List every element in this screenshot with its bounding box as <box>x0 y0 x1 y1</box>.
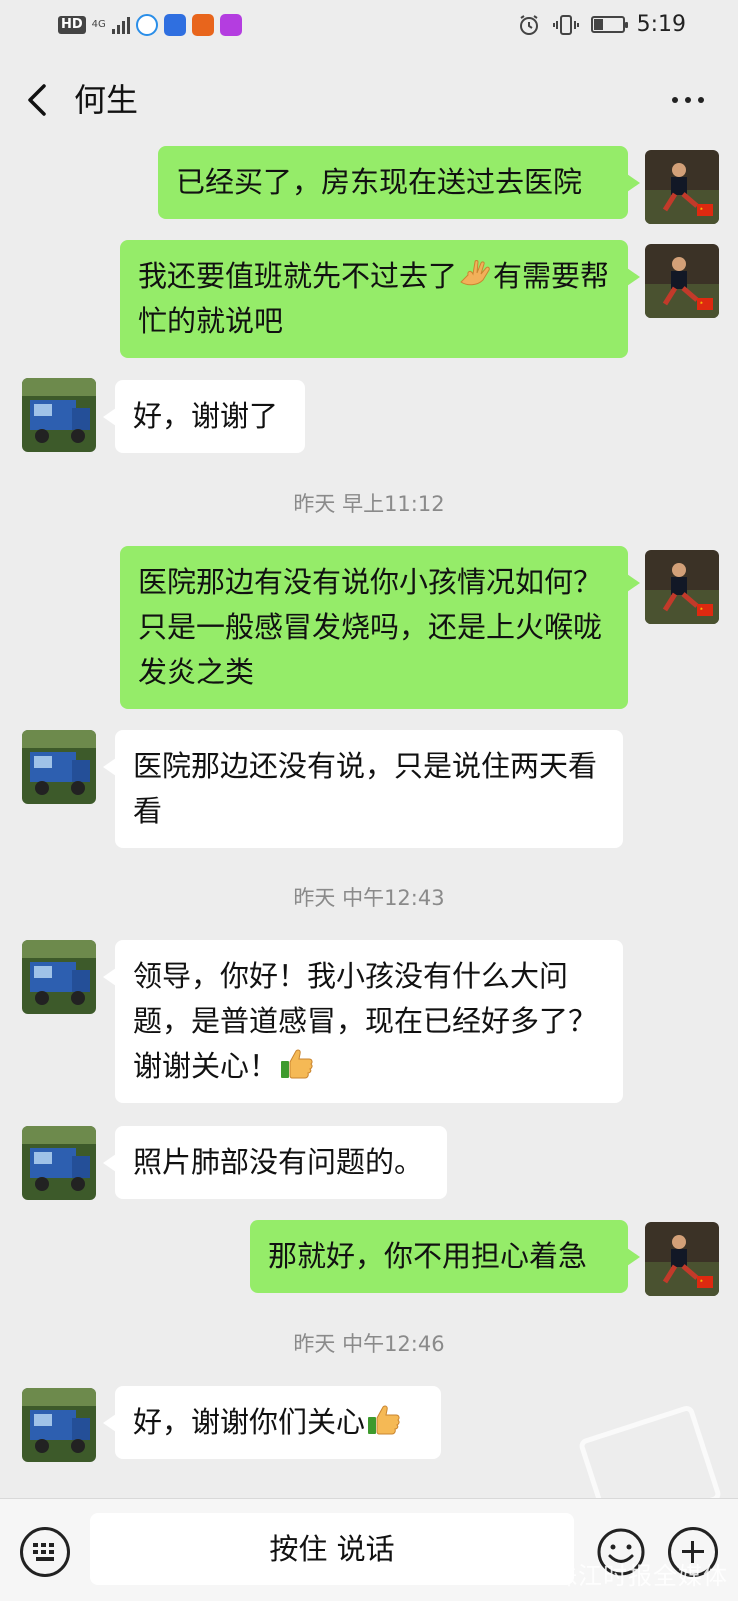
message-text: 领导，你好！我小孩没有什么大问题，是普道感冒，现在已经好多了？谢谢关心！ <box>133 959 598 1083</box>
message-text: 我还要值班就先不过去了 <box>138 259 458 293</box>
received-message-bubble[interactable]: 领导，你好！我小孩没有什么大问题，是普道感冒，现在已经好多了？谢谢关心！ <box>103 940 623 1103</box>
vibrate-icon <box>552 14 579 35</box>
sent-message-bubble[interactable]: 已经买了，房东现在送过去医院 <box>158 146 640 219</box>
timestamp: 昨天 早上11:12 <box>293 492 445 516</box>
contact-avatar[interactable] <box>22 378 96 452</box>
contact-avatar[interactable] <box>22 940 96 1014</box>
more-dot-icon <box>698 97 704 103</box>
message-text: 好，谢谢你们关心 <box>133 1405 366 1439</box>
sent-message-bubble[interactable]: 医院那边有没有说你小孩情况如何？只是一般感冒发烧吗，还是上火喉咙发炎之类 <box>120 546 640 709</box>
received-message-bubble[interactable]: 好，谢谢了 <box>103 380 305 453</box>
thumbs-up-emoji <box>281 1049 313 1079</box>
network-type: 4G <box>91 19 106 30</box>
contact-avatar[interactable] <box>22 1388 96 1462</box>
signal-icon <box>111 16 130 34</box>
chat-header: 何生 <box>0 56 738 142</box>
message-text: 照片肺部没有问题的。 <box>133 1145 424 1179</box>
message-text: 那就好，你不用担心着急 <box>268 1239 588 1273</box>
clock: 5:19 <box>636 12 686 37</box>
received-message-bubble[interactable]: 好，谢谢你们关心 <box>103 1386 441 1459</box>
app-notification-icon <box>135 14 158 36</box>
more-dot-icon <box>672 97 678 103</box>
received-message-bubble[interactable]: 医院那边还没有说，只是说住两天看看 <box>103 730 623 848</box>
keyboard-toggle-button[interactable] <box>20 1527 70 1577</box>
message-text: 医院那边还没有说，只是说住两天看看 <box>133 749 598 828</box>
app-notification-icon <box>191 14 214 36</box>
message-text: 好，谢谢了 <box>133 399 279 433</box>
more-options-button[interactable] <box>668 86 708 114</box>
sent-message-bubble[interactable]: 那就好，你不用担心着急 <box>250 1220 640 1293</box>
back-button[interactable] <box>22 78 62 122</box>
hold-to-talk-button[interactable]: 按住 说话 <box>90 1513 574 1585</box>
contact-avatar[interactable] <box>22 730 96 804</box>
timestamp: 昨天 中午12:43 <box>293 886 445 910</box>
my-avatar[interactable] <box>645 550 719 624</box>
keyboard-icon <box>33 1543 38 1547</box>
message-text: 已经买了，房东现在送过去医院 <box>176 165 583 199</box>
status-left: HD 4G <box>58 14 242 36</box>
sent-message-bubble[interactable]: 我还要值班就先不过去了 有需要帮忙的就说吧 <box>120 240 640 358</box>
contact-avatar[interactable] <box>22 1126 96 1200</box>
my-avatar[interactable] <box>645 244 719 318</box>
chat-title: 何生 <box>74 81 139 119</box>
chevron-left-icon <box>28 84 46 116</box>
hd-badge: HD <box>58 16 86 34</box>
alarm-icon <box>519 14 538 35</box>
thumbs-up-emoji <box>368 1405 400 1435</box>
message-list[interactable]: 已经买了，房东现在送过去医院 我还要值班就先不过去了 有需要帮忙的就说吧 好，谢谢… <box>0 142 738 1498</box>
more-dot-icon <box>685 97 691 103</box>
message-text: 医院那边有没有说你小孩情况如何？只是一般感冒发烧吗，还是上火喉咙发炎之类 <box>138 565 603 689</box>
status-right: 5:19 <box>517 12 686 37</box>
my-avatar[interactable] <box>645 150 719 224</box>
received-message-bubble[interactable]: 照片肺部没有问题的。 <box>103 1126 447 1199</box>
status-bar: HD 4G 5:19 <box>0 0 738 56</box>
timestamp: 昨天 中午12:46 <box>293 1332 445 1356</box>
app-notification-icon <box>219 14 242 36</box>
app-notification-icon <box>163 14 186 36</box>
battery-icon <box>590 16 628 33</box>
watermark-text: 珠江时报全媒体 <box>553 1562 728 1590</box>
my-avatar[interactable] <box>645 1222 719 1296</box>
ok-hand-emoji <box>460 260 490 286</box>
